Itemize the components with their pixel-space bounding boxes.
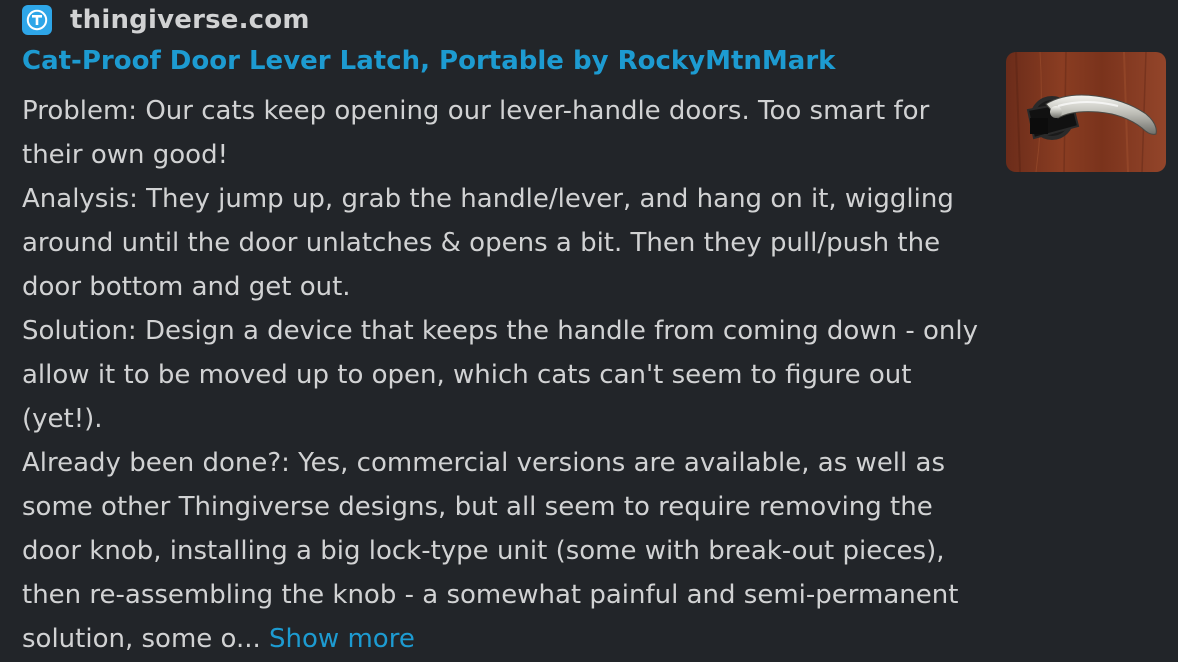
description-truncated-text: Already been done?: Yes, commercial vers… <box>22 448 959 654</box>
door-lever-thumbnail[interactable] <box>1006 52 1166 172</box>
description-line-already-done: Already been done?: Yes, commercial vers… <box>22 441 992 661</box>
unfurl-title-link[interactable]: Cat-Proof Door Lever Latch, Portable by … <box>22 46 835 76</box>
thingiverse-logo-icon <box>22 5 52 35</box>
unfurl-site-header: thingiverse.com <box>22 3 310 37</box>
description-line-problem: Problem: Our cats keep opening our lever… <box>22 96 930 170</box>
description-line-analysis: Analysis: They jump up, grab the handle/… <box>22 184 954 302</box>
description-line-solution: Solution: Design a device that keeps the… <box>22 316 978 434</box>
unfurl-description: Problem: Our cats keep opening our lever… <box>22 89 992 661</box>
site-name: thingiverse.com <box>70 5 310 35</box>
show-more-link[interactable]: Show more <box>269 624 415 654</box>
